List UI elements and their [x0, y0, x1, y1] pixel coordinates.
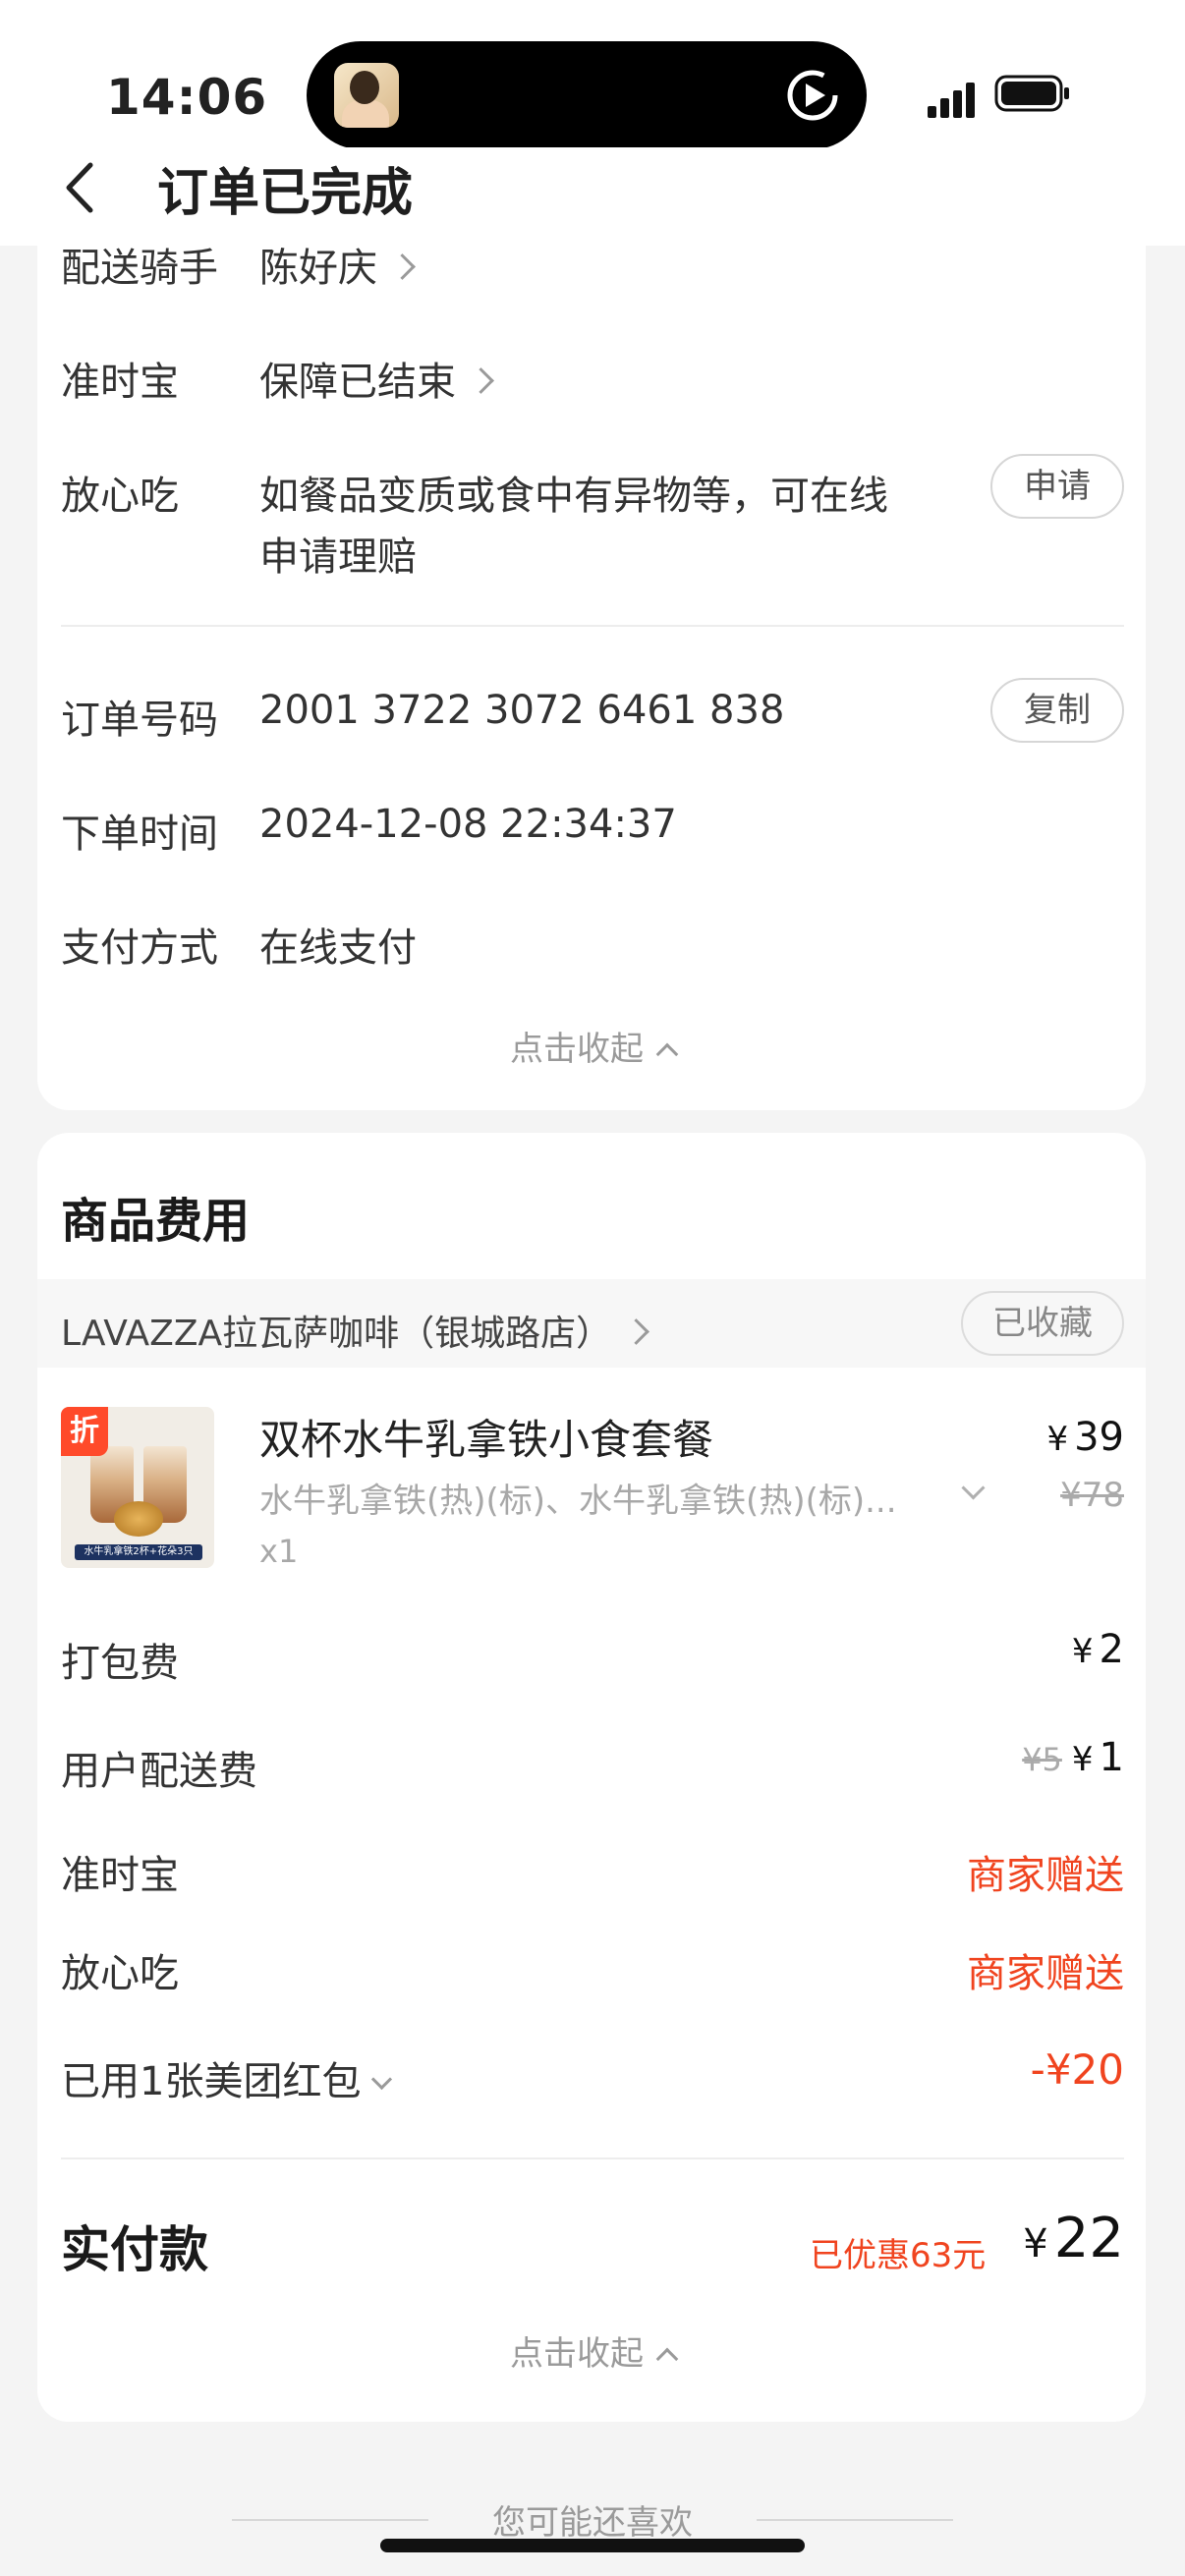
redpacket-label: 已用1张美团红包: [61, 2059, 362, 2104]
safe-eat-desc-line1: 如餐品变质或食中有异物等，可在线: [259, 474, 888, 519]
home-indicator[interactable]: [380, 2539, 805, 2552]
packing-fee-value: ¥2: [1072, 1627, 1124, 1672]
delivery-fee-amount: 1: [1099, 1735, 1124, 1780]
status-time: 14:06: [106, 69, 268, 126]
order-time-value: 2024-12-08 22:34:37: [259, 802, 677, 847]
section-title: 商品费用: [61, 1194, 251, 1249]
copy-button[interactable]: 复制: [990, 678, 1124, 743]
ontime-fee-label: 准时宝: [61, 1853, 179, 1898]
safe-eat-label: 放心吃: [61, 474, 179, 519]
packing-fee-amount: 2: [1099, 1627, 1124, 1672]
packing-fee-label: 打包费: [61, 1641, 179, 1686]
total-value: ¥22: [1023, 2207, 1124, 2270]
collapse-toggle[interactable]: 点击收起: [0, 1022, 1185, 1070]
apply-claim-button[interactable]: 申请: [990, 454, 1124, 519]
product-name[interactable]: 双杯水牛乳拿铁小食套餐: [259, 1407, 713, 1467]
collapse-label: 点击收起: [510, 2334, 644, 2374]
rider-link[interactable]: 陈好庆: [259, 236, 416, 293]
currency-symbol: ¥: [1071, 1740, 1094, 1779]
collapse-toggle[interactable]: 点击收起: [0, 2326, 1185, 2375]
product-original-price: ¥78: [1060, 1476, 1124, 1515]
favorited-button[interactable]: 已收藏: [961, 1291, 1124, 1356]
currency-symbol: ¥: [1023, 2221, 1048, 2267]
order-no-label: 订单号码: [61, 698, 218, 743]
product-price-value: 39: [1074, 1415, 1124, 1460]
safe-eat-desc-line2: 申请理赔: [259, 534, 417, 580]
delivery-fee-original: ¥5: [1022, 1741, 1062, 1778]
payment-value: 在线支付: [259, 925, 417, 971]
divider: [757, 2519, 953, 2521]
total-label: 实付款: [61, 2221, 208, 2278]
currency-symbol: ¥: [1046, 1420, 1069, 1459]
chevron-right-icon: [468, 366, 494, 394]
product-price: ¥39: [1046, 1415, 1124, 1460]
payment-label: 支付方式: [61, 925, 218, 971]
order-info-card: [37, 226, 1146, 1110]
recommend-title: 您可能还喜欢: [492, 2503, 693, 2543]
safe-eat-fee-value: 商家赠送: [967, 1951, 1124, 1996]
delivery-fee-value: ¥5 ¥1: [1022, 1735, 1124, 1780]
chevron-up-icon: [655, 2347, 679, 2371]
ontime-link[interactable]: 保障已结束: [259, 350, 494, 407]
product-spec: 水牛乳拿铁(热)(标)、水牛乳拿铁(热)(标)...: [259, 1482, 897, 1521]
redpacket-value: -¥20: [1030, 2045, 1124, 2094]
rider-label: 配送骑手: [61, 246, 218, 291]
page-title: 订单已完成: [157, 164, 414, 223]
battery-icon: [994, 75, 1069, 112]
divider: [61, 2157, 1124, 2159]
total-saved: 已优惠63元: [810, 2236, 987, 2275]
back-arrow-icon[interactable]: [61, 159, 100, 216]
product-qty: x1: [259, 1533, 299, 1570]
now-playing-thumbnail: [334, 63, 399, 128]
currency-symbol: ¥: [1071, 1632, 1094, 1671]
rider-name: 陈好庆: [259, 246, 377, 291]
ontime-fee-value: 商家赠送: [967, 1853, 1124, 1898]
safe-eat-fee-label: 放心吃: [61, 1951, 179, 1996]
chevron-up-icon: [655, 1042, 679, 1066]
order-time-label: 下单时间: [61, 812, 218, 857]
discount-badge: 折: [61, 1407, 108, 1456]
collapse-label: 点击收起: [510, 1030, 644, 1069]
total-amount: 22: [1053, 2207, 1124, 2270]
ontime-label: 准时宝: [61, 360, 179, 405]
dynamic-island[interactable]: [307, 41, 867, 149]
screen-record-icon: [787, 70, 838, 121]
redpacket-toggle[interactable]: 已用1张美团红包: [61, 2049, 393, 2106]
order-no-value: 2001 3722 3072 6461 838: [259, 688, 785, 733]
chevron-down-icon: [371, 2068, 393, 2091]
cellular-signal-icon: [928, 79, 977, 118]
chevron-right-icon: [623, 1317, 650, 1345]
chevron-right-icon: [389, 252, 416, 280]
delivery-fee-label: 用户配送费: [61, 1749, 257, 1794]
store-name: LAVAZZA拉瓦萨咖啡（银城路店）: [61, 1314, 612, 1354]
ontime-status: 保障已结束: [259, 360, 456, 405]
product-image-band: 水牛乳拿铁2杯+花朵3只: [75, 1544, 202, 1560]
store-link[interactable]: LAVAZZA拉瓦萨咖啡（银城路店）: [61, 1305, 650, 1356]
divider: [61, 625, 1124, 627]
